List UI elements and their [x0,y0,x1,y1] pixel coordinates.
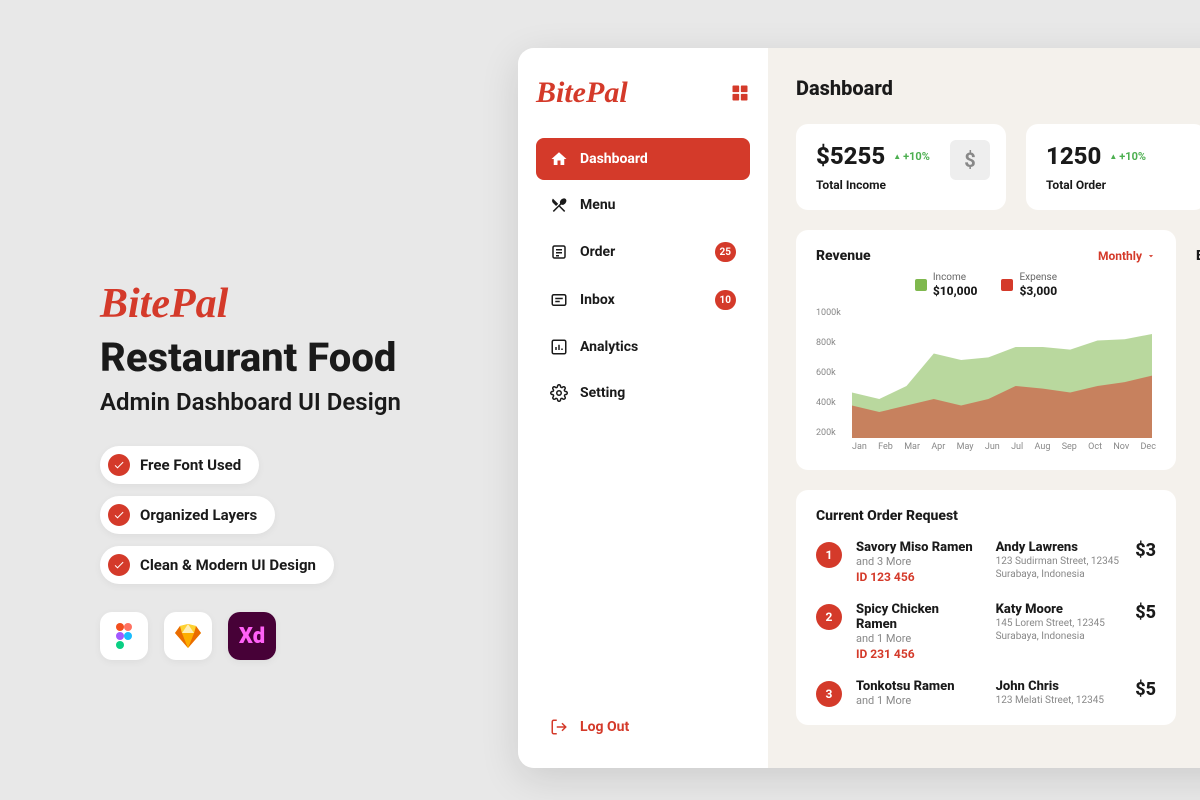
promo-panel: BitePal Restaurant Food Admin Dashboard … [100,280,490,660]
order-price: $5 [1135,679,1156,700]
stat-label: Total Order [1046,178,1186,192]
order-price: $5 [1135,602,1156,623]
feature-pill: Organized Layers [100,496,275,534]
nav-label: Dashboard [580,151,736,167]
dollar-icon: $ [950,140,990,180]
legend-expense: Expense$3,000 [1001,272,1057,298]
stat-card-income: $5255 +10% Total Income $ [796,124,1006,210]
home-icon [550,150,568,168]
order-id: ID 231 456 [856,647,982,661]
nav-label: Inbox [580,292,703,308]
nav: Dashboard Menu Order 25 Inbox 10 Analyti… [536,138,750,706]
logout-label: Log Out [580,719,629,735]
sketch-icon [164,612,212,660]
logout-icon [550,718,568,736]
stat-value: 1250 [1046,142,1101,170]
sidebar-item-dashboard[interactable]: Dashboard [536,138,750,180]
sidebar-item-setting[interactable]: Setting [536,372,750,414]
check-icon [108,554,130,576]
stat-card-orders: 1250 +10% Total Order [1026,124,1200,210]
sidebar-item-menu[interactable]: Menu [536,184,750,226]
orders-card: Current Order Request 1 Savory Miso Rame… [796,490,1176,725]
order-item-name: Tonkotsu Ramen [856,679,982,694]
order-item-name: Savory Miso Ramen [856,540,982,555]
sidebar-item-inbox[interactable]: Inbox 10 [536,278,750,322]
feature-list: Free Font Used Organized Layers Clean & … [100,446,490,584]
order-address: 123 Sudirman Street, 12345 Surabaya, Ind… [996,555,1122,581]
stat-value: $5255 [816,142,885,170]
promo-title: Restaurant Food [100,336,490,380]
chart-icon [550,338,568,356]
order-more: and 1 More [856,694,982,707]
list-icon [550,243,568,261]
order-price: $3 [1135,540,1156,561]
grid-icon[interactable] [730,83,750,103]
nav-badge: 25 [715,242,736,262]
order-more: and 1 More [856,632,982,645]
order-item-name: Spicy Chicken Ramen [856,602,982,632]
chart-filter-dropdown[interactable]: Monthly [1098,249,1156,263]
legend-swatch-green [915,279,927,291]
tool-icons-row: Xd [100,612,490,660]
nav-label: Analytics [580,339,736,355]
stat-row: $5255 +10% Total Income $ 1250 +10% Tota… [796,124,1200,210]
order-number-badge: 3 [816,681,842,707]
order-row[interactable]: 1 Savory Miso Ramen and 3 More ID 123 45… [816,540,1156,584]
nav-label: Menu [580,197,736,213]
order-more: and 3 More [856,555,982,568]
utensils-icon [550,196,568,214]
stat-label: Total Income [816,178,986,192]
order-customer: John Chris [996,679,1122,694]
logout-button[interactable]: Log Out [536,706,750,748]
order-id: ID 123 456 [856,570,982,584]
promo-logo: BitePal [100,280,490,328]
feature-pill: Free Font Used [100,446,259,484]
chevron-down-icon [1146,251,1156,261]
app-logo: BitePal [536,76,628,110]
stat-delta: +10% [1109,150,1146,163]
order-row[interactable]: 3 Tonkotsu Ramen and 1 More John Chris 1… [816,679,1156,707]
gear-icon [550,384,568,402]
sidebar: BitePal Dashboard Menu Order 25 Inbox 10 [518,48,768,768]
chart-y-axis: 1000k800k600k400k200k [816,308,841,438]
chart-title: Revenue [816,248,871,264]
chart-peek-title: B [1196,230,1200,490]
nav-badge: 10 [715,290,736,310]
main-content: Dashboard $5255 +10% Total Income $ 1250… [768,48,1200,768]
revenue-chart-card: Revenue Monthly Income$10,000 Expense$3,… [796,230,1176,470]
chart-x-axis: JanFebMarAprMayJunJulAugSepOctNovDec [816,442,1156,452]
order-number-badge: 2 [816,604,842,630]
legend-income: Income$10,000 [915,272,978,298]
chart-area: 1000k800k600k400k200k [816,308,1156,438]
sidebar-header: BitePal [536,76,750,110]
check-icon [108,504,130,526]
stat-delta: +10% [893,150,930,163]
app-window: BitePal Dashboard Menu Order 25 Inbox 10 [518,48,1200,768]
nav-label: Order [580,244,703,260]
xd-icon: Xd [228,612,276,660]
message-icon [550,291,568,309]
sidebar-item-analytics[interactable]: Analytics [536,326,750,368]
check-icon [108,454,130,476]
order-customer: Andy Lawrens [996,540,1122,555]
order-address: 123 Melati Street, 12345 [996,694,1122,707]
feature-pill: Clean & Modern UI Design [100,546,334,584]
page-title: Dashboard [796,76,1200,100]
nav-label: Setting [580,385,736,401]
orders-title: Current Order Request [816,508,1156,524]
legend-swatch-red [1001,279,1013,291]
order-number-badge: 1 [816,542,842,568]
area-chart-svg [852,308,1152,438]
order-address: 145 Lorem Street, 12345 Surabaya, Indone… [996,617,1122,643]
figma-icon [100,612,148,660]
order-customer: Katy Moore [996,602,1122,617]
order-row[interactable]: 2 Spicy Chicken Ramen and 1 More ID 231 … [816,602,1156,661]
chart-legend: Income$10,000 Expense$3,000 [816,272,1156,298]
promo-subtitle: Admin Dashboard UI Design [100,388,490,416]
sidebar-item-order[interactable]: Order 25 [536,230,750,274]
